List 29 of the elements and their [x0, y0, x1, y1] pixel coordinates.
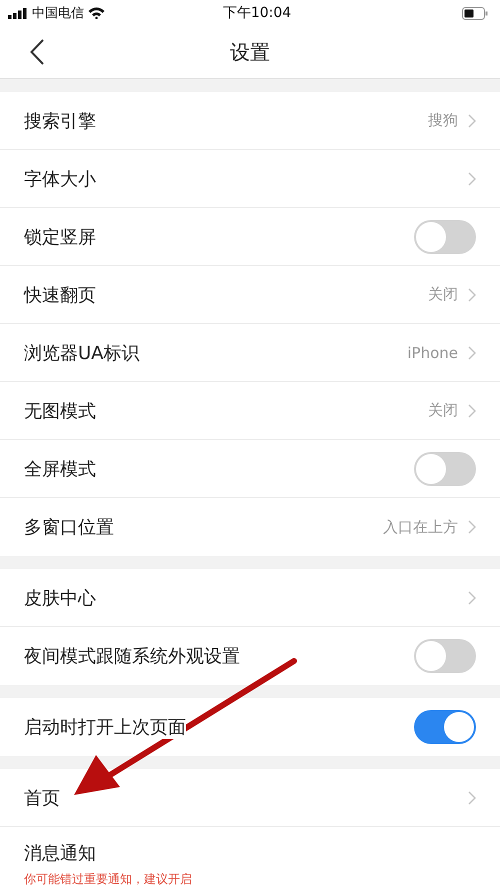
- battery-icon: [462, 6, 488, 20]
- chevron-icon[interactable]: [468, 790, 476, 804]
- chevron-icon[interactable]: [468, 114, 476, 128]
- setting-label: 锁定竖屏: [24, 224, 96, 248]
- setting-value: 关闭: [428, 401, 458, 420]
- toggle-switch[interactable]: [414, 220, 476, 254]
- setting-value: 搜狗: [428, 111, 458, 130]
- chevron-icon[interactable]: [468, 172, 476, 186]
- setting-value: iPhone: [407, 344, 458, 362]
- chevron-icon[interactable]: [468, 520, 476, 534]
- signal-icon: [8, 8, 28, 18]
- wifi-icon: [88, 7, 105, 19]
- chevron-icon[interactable]: [468, 590, 476, 604]
- chevron-icon[interactable]: [468, 346, 476, 360]
- setting-label: 字体大小: [24, 166, 96, 190]
- carrier-name: 中国电信: [32, 5, 84, 22]
- chevron-icon[interactable]: [468, 288, 476, 302]
- back-icon[interactable]: [30, 39, 44, 65]
- toggle-switch[interactable]: [414, 710, 476, 744]
- setting-label: 皮肤中心: [24, 586, 96, 610]
- chevron-icon[interactable]: [468, 404, 476, 418]
- warning-note: 你可能错过重要通知，建议开启: [24, 871, 192, 888]
- toggle-switch[interactable]: [414, 639, 476, 673]
- setting-value: 关闭: [428, 285, 458, 304]
- setting-label: 启动时打开上次页面: [24, 715, 186, 739]
- toggle-switch[interactable]: [414, 452, 476, 486]
- setting-value: 入口在上方: [383, 518, 458, 536]
- page-title: 设置: [230, 38, 270, 66]
- status-time: 下午10:04: [222, 4, 292, 22]
